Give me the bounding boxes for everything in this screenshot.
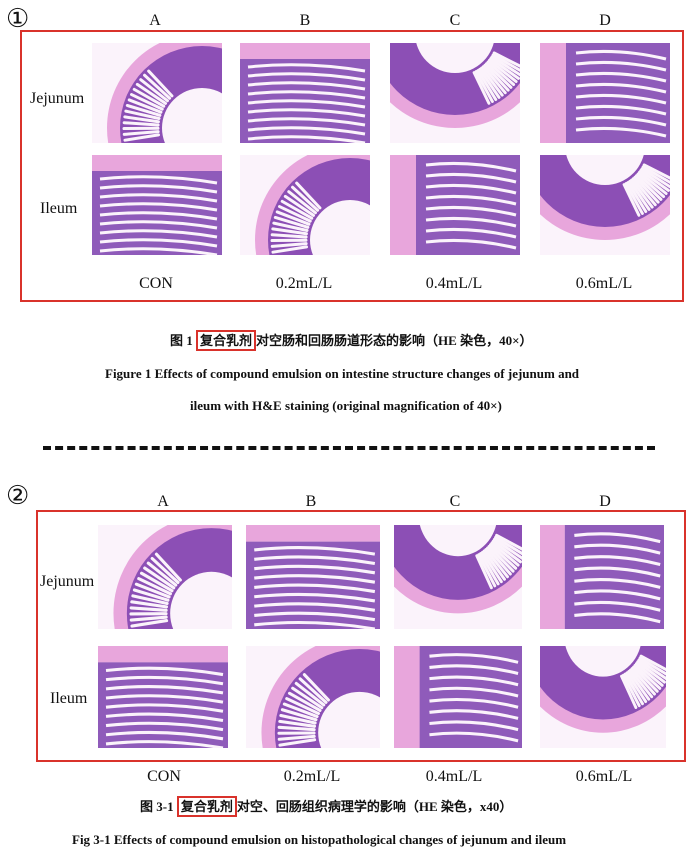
column-label-c: C xyxy=(449,493,461,510)
column-label-d: D xyxy=(599,493,611,510)
condition-label-0-6: 0.6mL/L xyxy=(575,768,633,785)
condition-label-con: CON xyxy=(139,275,173,292)
section-1-marker: ① xyxy=(6,4,30,34)
condition-label-0-4: 0.4mL/L xyxy=(425,275,483,292)
micrograph-ileum-d xyxy=(540,155,670,255)
highlighted-term: 复合乳剂 xyxy=(176,796,237,817)
row-label-jejunum: Jejunum xyxy=(30,90,85,107)
micrograph-ileum-b xyxy=(240,155,370,255)
figure-1-caption-en-line-1: Figure 1 Effects of compound emulsion on… xyxy=(105,366,580,381)
micrograph-jejunum-c xyxy=(394,525,522,629)
micrograph-jejunum-a xyxy=(92,43,222,143)
micrograph-jejunum-a xyxy=(98,525,232,629)
figure-3-1-caption-cn: 图 3-1 复合乳剂 对空、回肠组织病理学的影响（HE 染色，x40） xyxy=(140,796,513,817)
column-label-d: D xyxy=(599,12,611,29)
row-label-ileum: Ileum xyxy=(40,200,78,217)
condition-label-0-2: 0.2mL/L xyxy=(283,768,341,785)
section-divider xyxy=(43,446,655,450)
micrograph-jejunum-c xyxy=(390,43,520,143)
caption-prefix: 图 1 xyxy=(170,333,197,348)
condition-label-con: CON xyxy=(147,768,181,785)
section-2-marker: ② xyxy=(6,481,30,511)
condition-label-0-4: 0.4mL/L xyxy=(425,768,483,785)
column-label-b: B xyxy=(299,12,311,29)
figure-1-caption-en-line-2: ileum with H&E staining (original magnif… xyxy=(190,398,502,413)
micrograph-ileum-b xyxy=(246,646,380,748)
column-label-c: C xyxy=(449,12,461,29)
micrograph-ileum-a xyxy=(98,646,228,748)
highlighted-term: 复合乳剂 xyxy=(196,330,257,351)
figure-1-caption-cn: 图 1 复合乳剂 对空肠和回肠肠道形态的影响（HE 染色，40×） xyxy=(170,330,533,351)
column-label-b: B xyxy=(305,493,317,510)
caption-prefix: 图 3-1 xyxy=(140,799,177,814)
condition-label-0-6: 0.6mL/L xyxy=(575,275,633,292)
caption-suffix: 对空、回肠组织病理学的影响（HE 染色，x40） xyxy=(236,799,513,814)
row-label-jejunum: Jejunum xyxy=(40,573,95,590)
figure-3-1-caption-en: Fig 3-1 Effects of compound emulsion on … xyxy=(72,832,567,847)
micrograph-jejunum-b xyxy=(240,43,370,143)
micrograph-jejunum-b xyxy=(246,525,380,629)
condition-label-0-2: 0.2mL/L xyxy=(275,275,333,292)
micrograph-ileum-c xyxy=(390,155,520,255)
row-label-ileum: Ileum xyxy=(50,690,88,707)
caption-suffix: 对空肠和回肠肠道形态的影响（HE 染色，40×） xyxy=(256,333,533,348)
micrograph-jejunum-d xyxy=(540,525,664,629)
micrograph-ileum-c xyxy=(394,646,522,748)
micrograph-jejunum-d xyxy=(540,43,670,143)
micrograph-ileum-a xyxy=(92,155,222,255)
column-label-a: A xyxy=(157,493,169,510)
column-label-a: A xyxy=(149,12,161,29)
micrograph-ileum-d xyxy=(540,646,666,748)
